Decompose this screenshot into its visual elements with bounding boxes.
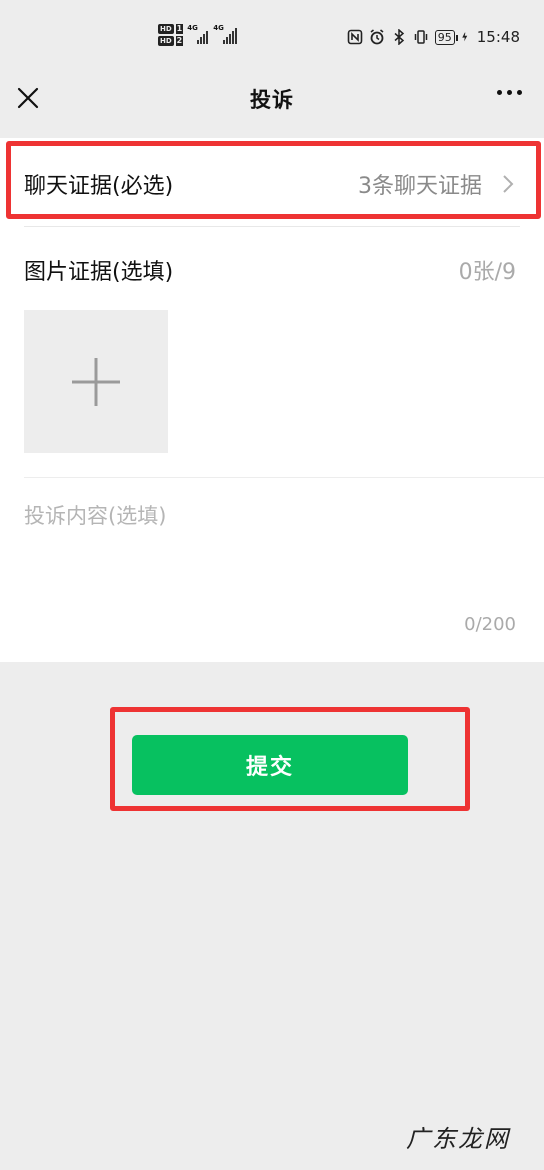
status-bar: HD 1 HD 2 4G 4G 95 15:48 <box>0 0 544 62</box>
complaint-form: 聊天证据(必选) 3条聊天证据 图片证据(选填) 0张/9 0/200 <box>0 138 544 662</box>
chat-evidence-value: 3条聊天证据 <box>358 174 482 199</box>
bluetooth-icon <box>394 29 404 45</box>
image-evidence-label: 图片证据(选填) <box>24 260 174 285</box>
nav-bar: 投诉 <box>0 62 544 138</box>
char-counter: 0/200 <box>464 614 516 635</box>
add-image-button[interactable] <box>24 310 168 453</box>
signal-icon: 4G <box>213 24 239 44</box>
complaint-content-input[interactable] <box>24 500 520 600</box>
status-icons: 95 15:48 <box>347 28 520 46</box>
signal-group: HD 1 HD 2 4G 4G <box>158 24 239 46</box>
signal-icon: 4G <box>187 24 209 44</box>
vibrate-icon <box>414 30 428 44</box>
plus-icon <box>72 358 120 406</box>
alarm-icon <box>370 29 384 45</box>
status-time: 15:48 <box>476 28 520 46</box>
image-count: 0张/9 <box>458 260 516 285</box>
chat-evidence-label: 聊天证据(必选) <box>24 174 174 199</box>
charging-icon <box>462 32 468 42</box>
nfc-icon <box>347 29 363 45</box>
page-title: 投诉 <box>250 88 294 112</box>
divider <box>24 477 544 478</box>
hd-badge: HD <box>158 36 174 46</box>
hd-badge: HD <box>158 24 174 34</box>
sim-number: 1 <box>175 24 184 34</box>
chat-evidence-row[interactable]: 聊天证据(必选) 3条聊天证据 <box>0 138 544 226</box>
watermark: 广东龙网 <box>406 1125 510 1153</box>
submit-button[interactable]: 提交 <box>132 735 408 795</box>
divider <box>24 226 520 227</box>
chevron-right-icon <box>503 175 514 193</box>
sim-number: 2 <box>175 36 184 46</box>
more-icon[interactable] <box>497 90 522 95</box>
battery-indicator: 95 <box>434 29 458 45</box>
